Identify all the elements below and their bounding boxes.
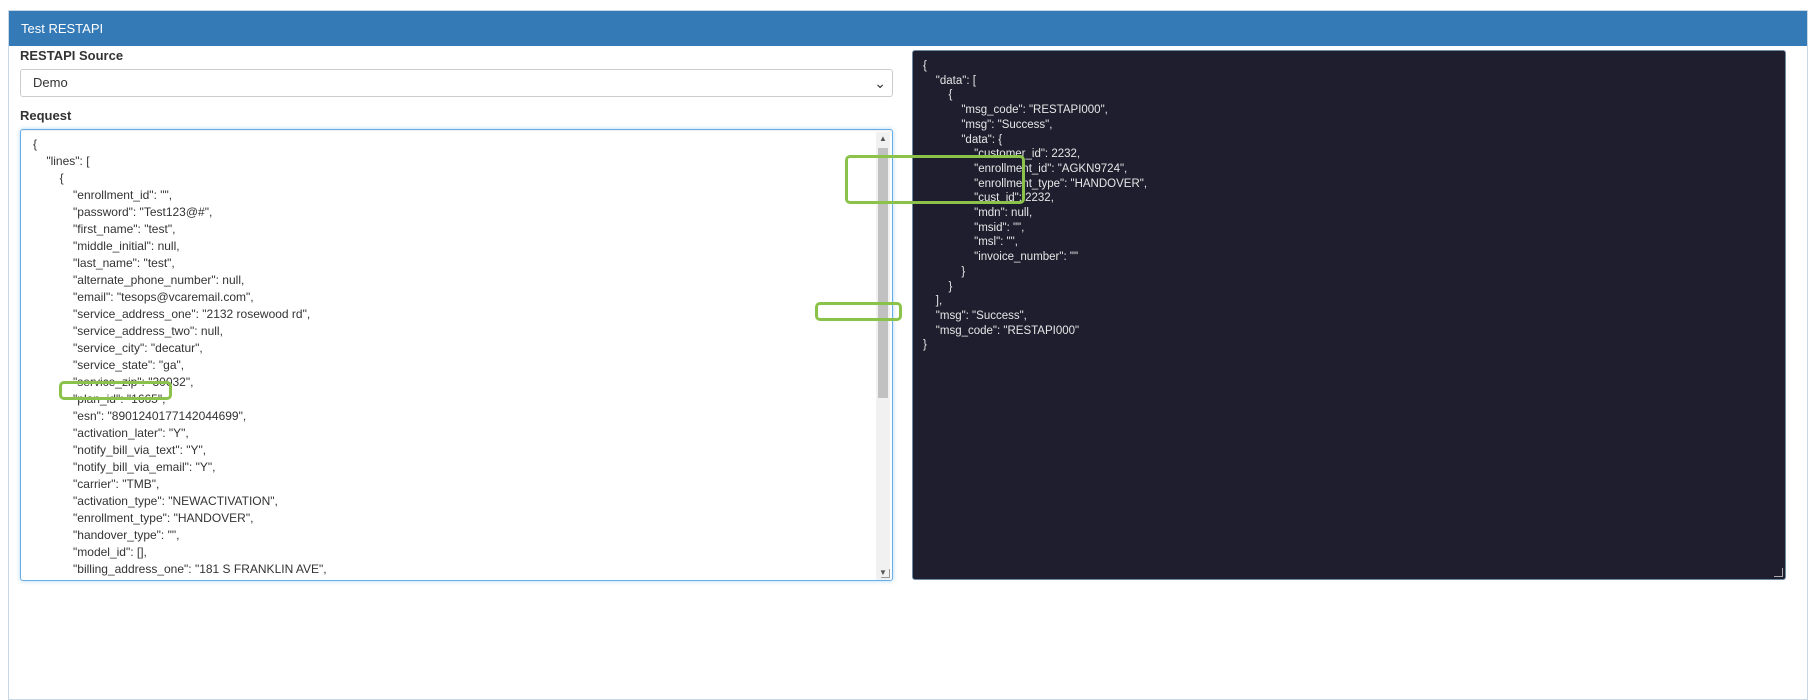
panel-title: Test RESTAPI [9, 11, 1807, 46]
highlight-enrollment-fields [845, 155, 1025, 204]
chevron-down-icon: ⌄ [874, 75, 886, 91]
restapi-source-label: RESTAPI Source [20, 48, 124, 63]
resize-handle-icon[interactable] [1774, 568, 1783, 577]
request-textarea[interactable]: { "lines": [ { "enrollment_id": "", "pas… [20, 129, 893, 581]
request-body: { "lines": [ { "enrollment_id": "", "pas… [33, 137, 327, 580]
resize-handle-icon[interactable] [881, 569, 890, 578]
scroll-up-arrow-icon[interactable]: ▲ [876, 132, 890, 146]
highlight-activation-later [59, 381, 172, 400]
response-panel[interactable]: { "data": [ { "msg_code": "RESTAPI000", … [912, 50, 1786, 580]
restapi-source-value: Demo [33, 75, 68, 90]
restapi-source-select[interactable]: Demo ⌄ [20, 69, 893, 97]
request-label: Request [20, 108, 72, 123]
highlight-msg-success [815, 302, 902, 321]
response-body: { "data": [ { "msg_code": "RESTAPI000", … [923, 60, 1148, 352]
